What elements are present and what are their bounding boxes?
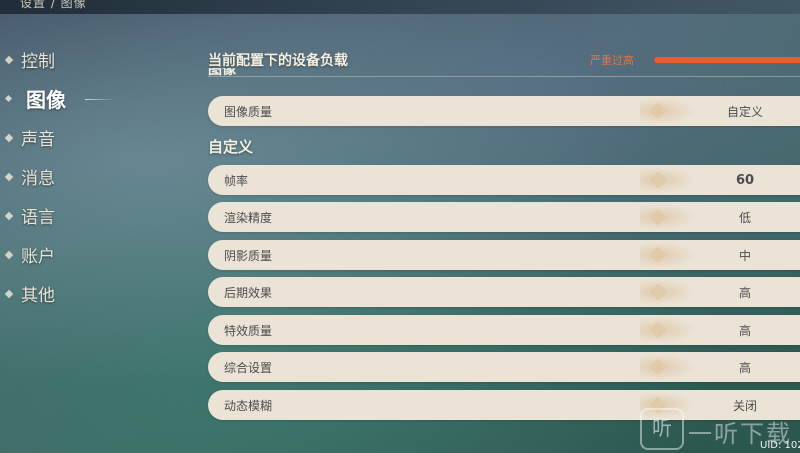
sidebar-item-label: 账户 [21, 247, 55, 267]
sidebar-item-messages[interactable]: 消息 [0, 157, 170, 196]
setting-row-graphics-quality[interactable]: 图像质量 自定义 [208, 96, 800, 126]
sidebar-item-label: 声音 [21, 130, 55, 150]
setting-value: 低 [738, 210, 751, 225]
ornament-icon [640, 315, 700, 345]
sidebar-item-account[interactable]: 账户 [0, 235, 170, 274]
setting-row-shadow-quality[interactable]: 阴影质量 中 [208, 240, 800, 270]
breadcrumb: 设置 / 图像 [20, 0, 87, 10]
device-load-header: 当前配置下的设备负载 严重过高 [208, 46, 800, 77]
setting-label: 渲染精度 [224, 210, 273, 225]
section-heading-custom: 自定义 [208, 138, 254, 156]
setting-label: 动态模糊 [224, 398, 273, 413]
sidebar-item-label: 控制 [21, 52, 55, 72]
setting-value: 自定义 [726, 104, 763, 119]
setting-value: 高 [738, 285, 751, 300]
watermark-logo-icon: 听 [640, 408, 684, 450]
setting-value: 高 [738, 323, 751, 338]
device-load-bar [654, 57, 800, 63]
setting-label: 综合设置 [224, 360, 273, 375]
device-load-fill [654, 57, 800, 63]
setting-row-frame-rate[interactable]: 帧率 60 [208, 165, 800, 195]
diamond-bullet-icon [4, 55, 14, 64]
sidebar-item-label: 语言 [21, 208, 55, 228]
diamond-bullet-icon [4, 289, 14, 298]
setting-label: 特效质量 [224, 323, 273, 338]
ornament-icon [640, 277, 700, 307]
settings-sidebar: 控制 图像 声音 消息 语言 账户 其他 [0, 40, 170, 313]
top-bar: 设置 / 图像 [0, 0, 800, 14]
sidebar-item-language[interactable]: 语言 [0, 196, 170, 235]
sidebar-item-other[interactable]: 其他 [0, 274, 170, 313]
setting-label: 阴影质量 [224, 248, 273, 263]
section-heading-graphics: 图像 [208, 68, 236, 78]
setting-label: 后期效果 [224, 285, 273, 300]
sidebar-item-audio[interactable]: 声音 [0, 118, 170, 157]
sidebar-item-graphics[interactable]: 图像 [0, 79, 170, 118]
diamond-bullet-icon [4, 94, 13, 102]
device-load-title: 当前配置下的设备负载 [208, 53, 348, 69]
setting-value: 60 [735, 172, 755, 188]
diamond-bullet-icon [4, 250, 14, 259]
setting-row-overall-settings[interactable]: 综合设置 高 [208, 352, 800, 382]
setting-label: 帧率 [224, 173, 249, 188]
diamond-bullet-icon [4, 211, 14, 220]
setting-label: 图像质量 [224, 104, 273, 119]
ornament-icon [640, 202, 700, 232]
sidebar-item-control[interactable]: 控制 [0, 40, 170, 79]
sidebar-item-label: 消息 [21, 169, 55, 189]
ornament-icon [640, 240, 700, 270]
setting-value: 关闭 [732, 398, 757, 413]
ornament-icon [640, 165, 700, 195]
sidebar-item-label: 图像 [26, 88, 66, 112]
diamond-bullet-icon [4, 133, 14, 142]
device-load-status: 严重过高 [590, 54, 634, 67]
diamond-bullet-icon [4, 172, 14, 181]
uid-label: UID: 102 [760, 440, 800, 451]
setting-row-render-resolution[interactable]: 渲染精度 低 [208, 202, 800, 232]
setting-value: 中 [738, 248, 751, 263]
ornament-icon [640, 352, 700, 382]
sidebar-item-label: 其他 [21, 286, 55, 306]
setting-value: 高 [738, 360, 751, 375]
setting-row-post-processing[interactable]: 后期效果 高 [208, 277, 800, 307]
setting-row-effects-quality[interactable]: 特效质量 高 [208, 315, 800, 345]
ornament-icon [640, 96, 700, 126]
